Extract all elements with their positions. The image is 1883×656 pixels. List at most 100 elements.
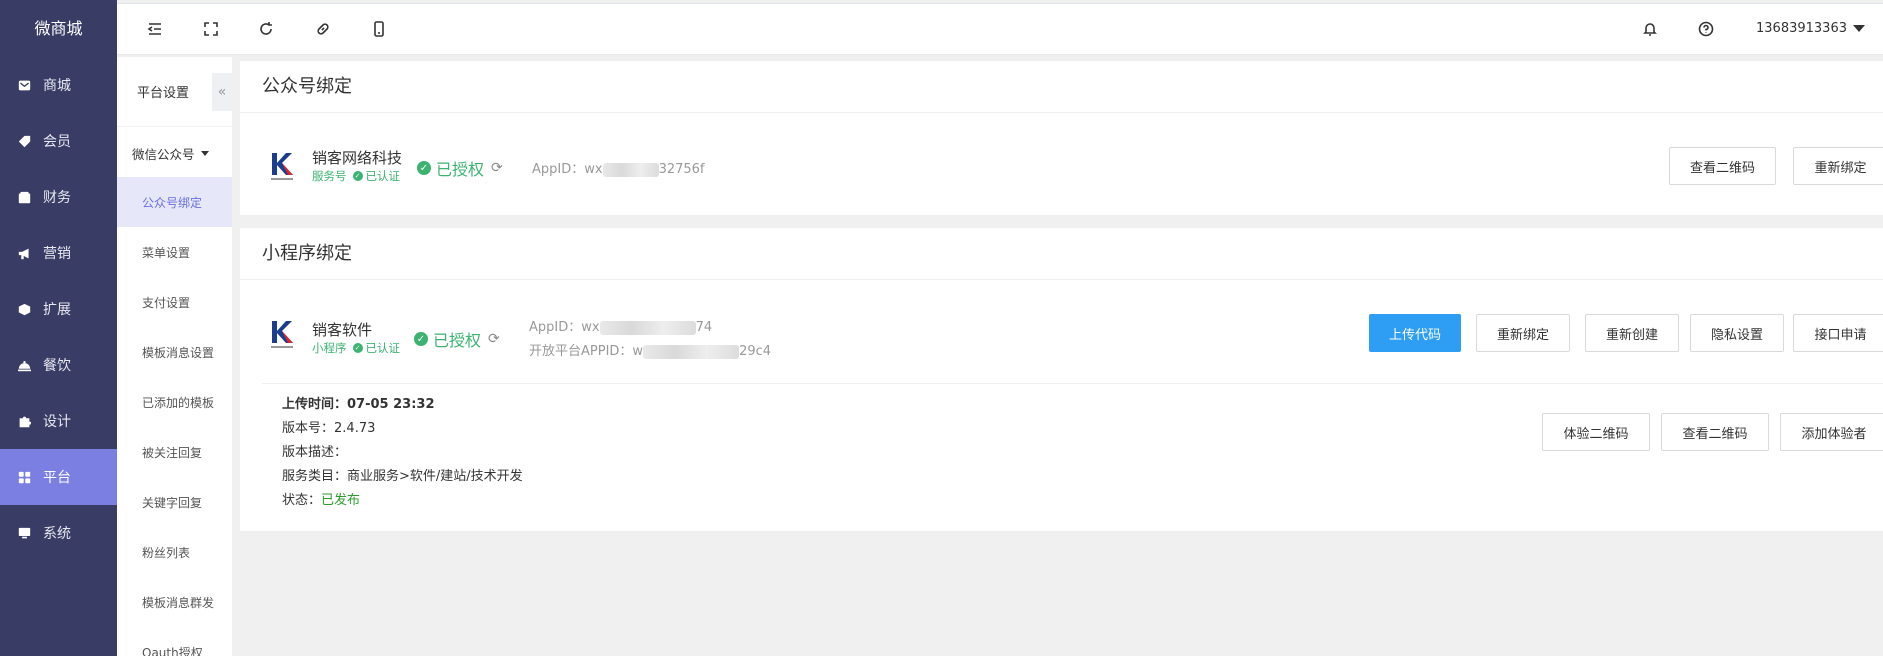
redacted-block — [599, 320, 696, 335]
collapse-icon[interactable]: « — [212, 73, 232, 111]
sidebar-item-platform[interactable]: 平台 — [0, 449, 117, 505]
sidebar-item-label: 平台 — [43, 470, 71, 486]
sidebar-item-dining[interactable]: 餐饮 — [0, 337, 117, 393]
sidebar-item-label: 系统 — [43, 526, 71, 542]
subnav-group-wechat[interactable]: 微信公众号 — [117, 129, 232, 177]
upload-time-label: 上传时间： — [282, 397, 348, 412]
rebind-button[interactable]: 重新绑定 — [1476, 314, 1570, 352]
refresh-icon[interactable]: ⟳ — [488, 331, 500, 347]
open-appid-prefix: w — [632, 344, 644, 359]
sidebar-item-mall[interactable]: 商城 — [0, 57, 117, 113]
redacted-block — [643, 344, 740, 359]
auth-status-label: 已授权 — [433, 331, 482, 350]
sidebar-item-label: 营销 — [43, 246, 71, 262]
subnav-item-keyword-reply[interactable]: 关键字回复 — [117, 477, 232, 527]
subnav-item-account-binding[interactable]: 公众号绑定 — [117, 177, 232, 227]
category-row: 服务类目：商业服务>软件/建站/技术开发 — [282, 465, 523, 489]
subnav-header: 平台设置 « — [117, 57, 232, 127]
status-label: 状态： — [282, 493, 322, 508]
description-row: 版本描述： — [282, 441, 523, 465]
subnav-item-added-templates[interactable]: 已添加的模板 — [117, 377, 232, 427]
subnav-item-menu-settings[interactable]: 菜单设置 — [117, 227, 232, 277]
subnav-item-follow-reply[interactable]: 被关注回复 — [117, 427, 232, 477]
check-icon: ✓ — [352, 171, 363, 181]
mini-program-type-line: 小程序 ✓ 已认证 — [312, 340, 400, 356]
version-row: 版本号：2.4.73 — [282, 417, 523, 441]
appid-suffix: 32756f — [658, 162, 705, 177]
menu-fold-icon[interactable] — [145, 19, 165, 39]
subnav-item-payment-settings[interactable]: 支付设置 — [117, 277, 232, 327]
settings-subnav: 平台设置 « 微信公众号 公众号绑定 菜单设置 支付设置 模板消息设置 已添加的… — [117, 57, 232, 656]
sidebar-item-label: 财务 — [43, 190, 71, 206]
mini-program-card: 小程序绑定 销客软件 小程序 ✓ 已认证 ✓ 已授权 ⟳ AppID：wx 74 … — [240, 228, 1883, 531]
mini-appid: AppID：wx 74 — [529, 316, 712, 335]
appid-prefix: wx — [581, 320, 600, 335]
account-type: 服务号 — [312, 169, 347, 183]
fullscreen-icon[interactable] — [201, 19, 221, 39]
open-appid-suffix: 29c4 — [739, 344, 772, 359]
subnav-item-template-settings[interactable]: 模板消息设置 — [117, 327, 232, 377]
sidebar-item-member[interactable]: 会员 — [0, 113, 117, 169]
user-menu[interactable]: 13683913363 — [1756, 21, 1865, 36]
sidebar-item-label: 餐饮 — [43, 358, 71, 374]
privacy-settings-button[interactable]: 隐私设置 — [1690, 314, 1784, 352]
section-title: 小程序绑定 — [240, 228, 1883, 280]
megaphone-icon — [17, 246, 31, 260]
status-value: 已发布 — [321, 493, 361, 508]
appid: AppID：wx 32756f — [532, 158, 705, 177]
auth-status: ✓ 已授权 ⟳ — [414, 327, 500, 351]
mobile-icon[interactable] — [369, 19, 389, 39]
appid-prefix: wx — [584, 162, 603, 177]
mail-icon — [17, 78, 31, 92]
subnav-group-label: 微信公众号 — [132, 146, 195, 162]
cube-icon — [17, 302, 31, 316]
subnav-item-template-broadcast[interactable]: 模板消息群发 — [117, 577, 232, 627]
username: 13683913363 — [1756, 21, 1847, 36]
api-apply-button[interactable]: 接口申请 — [1793, 314, 1883, 352]
sidebar-item-design[interactable]: 设计 — [0, 393, 117, 449]
company-logo — [271, 153, 293, 180]
refresh-icon[interactable] — [256, 19, 276, 39]
main-sidebar: 微商城 商城 会员 财务 营销 扩展 餐饮 设计 平台 系统 — [0, 0, 117, 656]
mini-program-type: 小程序 — [312, 341, 347, 355]
upload-code-button[interactable]: 上传代码 — [1369, 314, 1461, 352]
appid-label: AppID： — [529, 320, 582, 335]
auth-status-label: 已授权 — [436, 160, 485, 179]
sidebar-item-label: 设计 — [43, 414, 71, 430]
account-name: 销客网络科技 — [312, 149, 403, 167]
add-tester-button[interactable]: 添加体验者 — [1780, 413, 1883, 451]
sidebar-item-marketing[interactable]: 营销 — [0, 225, 117, 281]
section-title: 公众号绑定 — [240, 61, 1883, 113]
version-label: 版本号： — [282, 421, 335, 436]
account-type-line: 服务号 ✓ 已认证 — [312, 168, 400, 184]
version-info: 上传时间：07-05 23:32 版本号：2.4.73 版本描述： 服务类目：商… — [282, 393, 523, 513]
check-circle-icon: ✓ — [414, 332, 428, 346]
sidebar-item-label: 商城 — [43, 78, 71, 94]
recreate-button[interactable]: 重新创建 — [1585, 314, 1679, 352]
subnav-item-fans-list[interactable]: 粉丝列表 — [117, 527, 232, 577]
puzzle-icon — [17, 414, 31, 428]
help-icon[interactable] — [1696, 19, 1716, 39]
open-appid-label: 开放平台APPID： — [529, 344, 633, 359]
link-icon[interactable] — [313, 19, 333, 39]
top-toolbar: 13683913363 — [117, 3, 1883, 55]
subnav-item-oauth[interactable]: Oauth授权 — [117, 627, 232, 656]
refresh-icon[interactable]: ⟳ — [491, 160, 503, 176]
trial-qrcode-button[interactable]: 体验二维码 — [1542, 413, 1650, 451]
verified-label: 已认证 — [365, 169, 401, 183]
cloche-icon — [17, 358, 31, 372]
tag-icon — [17, 134, 31, 148]
auth-status: ✓ 已授权 ⟳ — [417, 156, 503, 180]
sidebar-item-finance[interactable]: 财务 — [0, 169, 117, 225]
description-label: 版本描述： — [282, 445, 348, 460]
bell-icon[interactable] — [1640, 19, 1660, 39]
sidebar-item-extension[interactable]: 扩展 — [0, 281, 117, 337]
view-qrcode-button[interactable]: 查看二维码 — [1669, 147, 1776, 185]
view-qrcode-button[interactable]: 查看二维码 — [1661, 413, 1769, 451]
mini-program-name: 销客软件 — [312, 321, 373, 339]
sidebar-item-system[interactable]: 系统 — [0, 505, 117, 561]
appid-suffix: 74 — [695, 320, 713, 335]
rebind-button[interactable]: 重新绑定 — [1793, 147, 1883, 185]
company-logo — [271, 321, 293, 348]
redacted-block — [602, 162, 659, 177]
